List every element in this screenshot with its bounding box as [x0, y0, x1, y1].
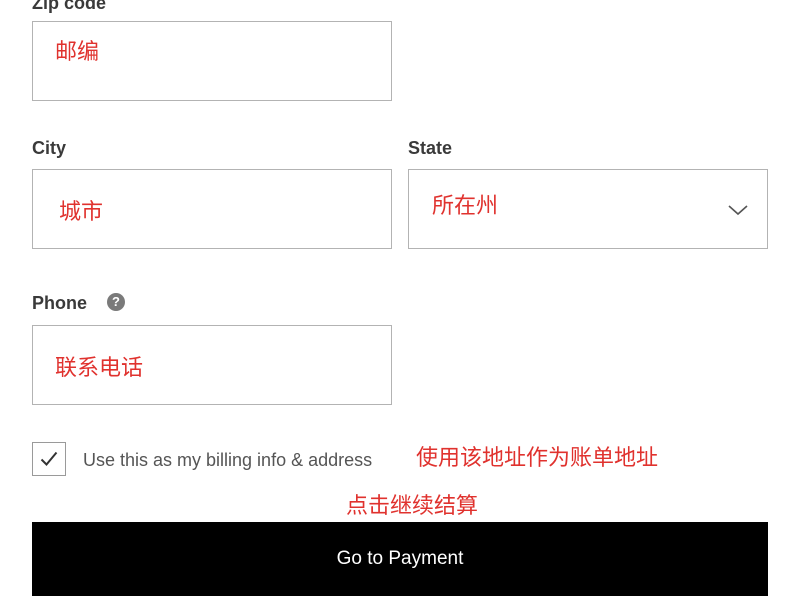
zip-code-label: Zip code	[32, 0, 107, 13]
city-label: City	[32, 138, 67, 158]
phone-annotation: 联系电话	[55, 356, 144, 381]
go-to-payment-button[interactable]: Go to Payment	[32, 522, 768, 596]
billing-checkbox-label[interactable]: Use this as my billing info & address	[83, 449, 372, 471]
billing-checkbox[interactable]	[32, 442, 66, 476]
billing-annotation: 使用该地址作为账单地址	[416, 446, 659, 471]
phone-label: Phone	[32, 293, 88, 313]
state-annotation: 所在州	[432, 194, 499, 219]
submit-annotation: 点击继续结算	[346, 494, 479, 519]
zip-code-annotation: 邮编	[55, 40, 100, 65]
zip-code-field[interactable]: 邮编	[32, 21, 392, 101]
help-circle-icon[interactable]: ?	[107, 293, 125, 311]
city-annotation: 城市	[59, 200, 104, 225]
checkmark-icon	[40, 451, 58, 466]
city-field[interactable]: 城市	[32, 169, 392, 249]
phone-field[interactable]: 联系电话	[32, 325, 392, 405]
state-select[interactable]: 所在州	[408, 169, 768, 249]
state-label: State	[408, 138, 453, 158]
chevron-down-icon[interactable]	[727, 203, 749, 217]
